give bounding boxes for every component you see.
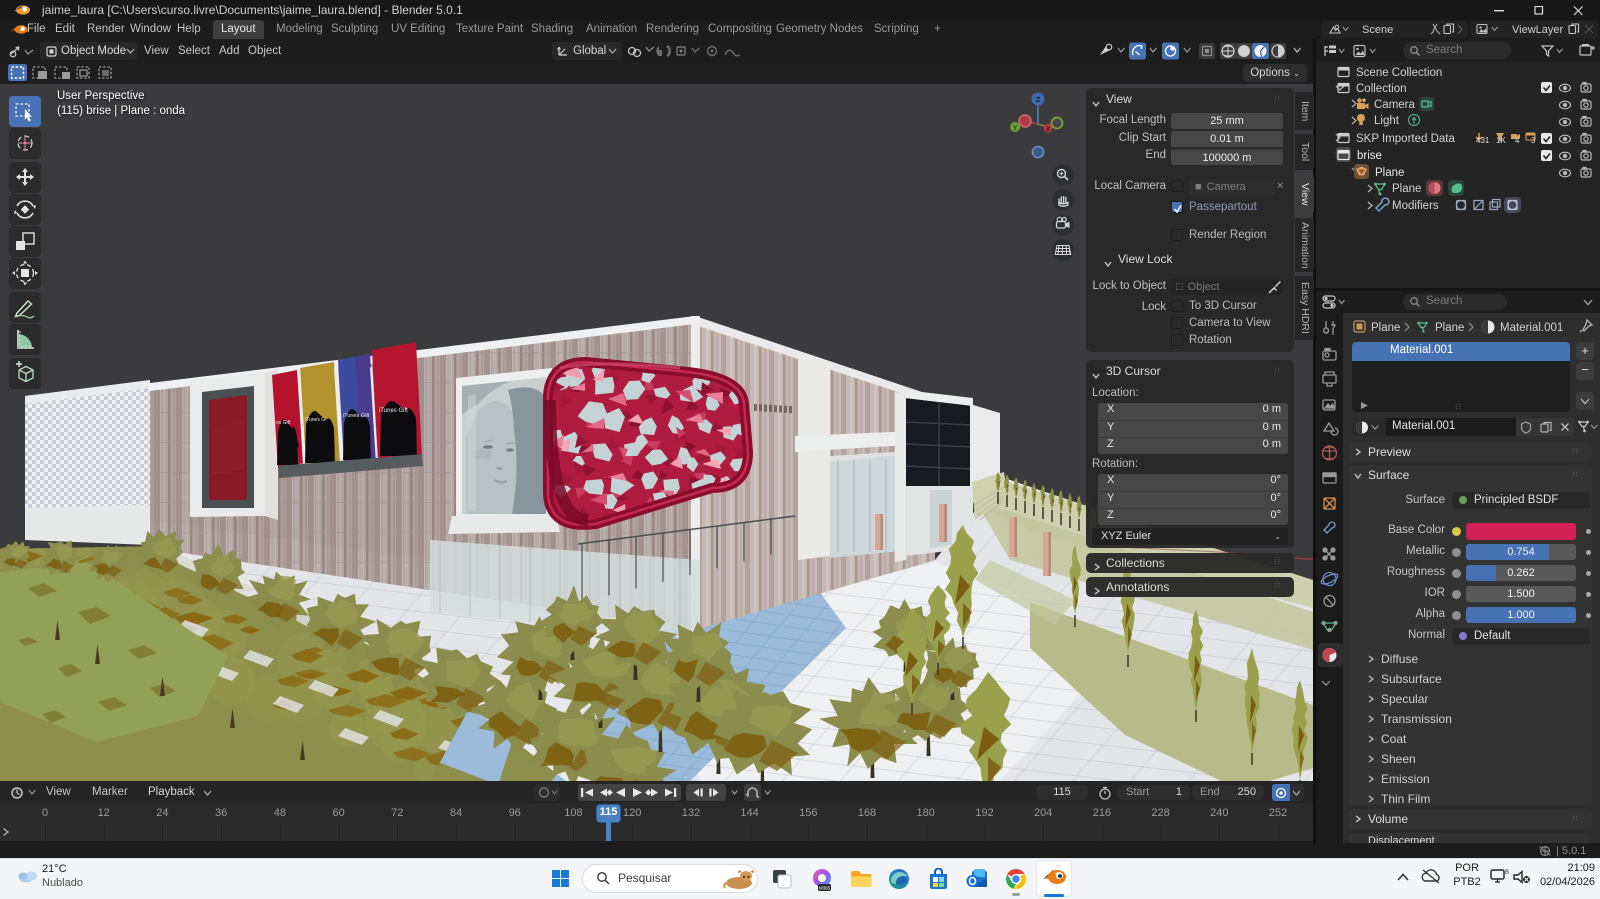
svg-text:iTunes G: iTunes G bbox=[305, 417, 325, 423]
svg-text:Plane: Plane bbox=[1392, 183, 1421, 195]
svg-text:SKP Imported Data: SKP Imported Data bbox=[1356, 133, 1455, 145]
svg-text:Collection: Collection bbox=[1356, 83, 1407, 95]
svg-text:Scene Collection: Scene Collection bbox=[1356, 67, 1442, 79]
svg-text:Camera: Camera bbox=[1374, 99, 1416, 111]
svg-text:iTunes Gift: iTunes Gift bbox=[379, 408, 408, 414]
svg-text:Light: Light bbox=[1374, 115, 1400, 127]
svg-text:Modifiers: Modifiers bbox=[1392, 200, 1439, 212]
svg-text:brise: brise bbox=[1357, 150, 1382, 162]
svg-text:4: 4 bbox=[1515, 136, 1520, 145]
svg-text:Material.001: Material.001 bbox=[1500, 322, 1563, 334]
svg-text:3: 3 bbox=[1531, 136, 1536, 145]
svg-text:Y: Y bbox=[1013, 125, 1018, 132]
svg-text:es Gift: es Gift bbox=[276, 420, 291, 426]
svg-text:Plane: Plane bbox=[1371, 322, 1400, 334]
svg-text:X: X bbox=[1046, 127, 1050, 133]
svg-text:Z: Z bbox=[1036, 95, 1041, 104]
svg-text:iTunes Gift: iTunes Gift bbox=[343, 413, 370, 419]
svg-text:B: B bbox=[1505, 870, 1509, 876]
svg-text:1K: 1K bbox=[1496, 136, 1506, 145]
svg-text:M365: M365 bbox=[819, 886, 831, 891]
svg-text:Plane: Plane bbox=[1375, 167, 1404, 179]
svg-text:Plane: Plane bbox=[1435, 322, 1464, 334]
svg-text:431: 431 bbox=[1476, 136, 1490, 145]
